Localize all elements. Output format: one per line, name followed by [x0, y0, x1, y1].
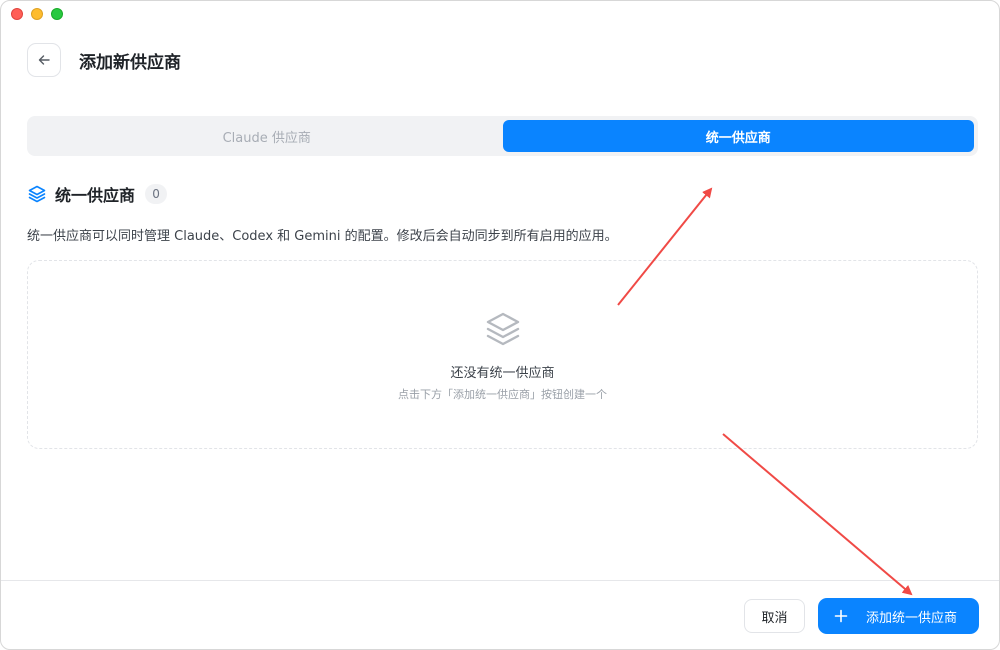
title-bar — [1, 1, 999, 27]
cancel-button[interactable]: 取消 — [744, 599, 805, 633]
arrow-left-icon — [38, 55, 50, 65]
layers-icon — [486, 312, 519, 346]
empty-state: 还没有统一供应商 点击下方「添加统一供应商」按钮创建一个 — [27, 260, 978, 449]
page-title: 添加新供应商 — [79, 52, 181, 73]
window-minimize-button[interactable] — [31, 8, 43, 20]
window-close-button[interactable] — [11, 8, 23, 20]
tab-claude-provider[interactable]: Claude 供应商 — [31, 120, 503, 152]
provider-type-tabs: Claude 供应商 统一供应商 — [27, 116, 978, 156]
section-title: 统一供应商 — [55, 186, 136, 205]
section-header: 统一供应商 0 — [27, 182, 168, 206]
layers-icon — [28, 185, 46, 203]
plus-icon — [834, 609, 848, 623]
add-unified-provider-button[interactable]: 添加统一供应商 — [818, 598, 979, 634]
provider-count-badge: 0 — [145, 184, 168, 204]
back-button[interactable] — [27, 43, 61, 77]
page-header: 添加新供应商 — [27, 43, 181, 77]
empty-state-subtitle: 点击下方「添加统一供应商」按钮创建一个 — [398, 388, 607, 401]
section-description: 统一供应商可以同时管理 Claude、Codex 和 Gemini 的配置。修改… — [27, 229, 618, 244]
tab-unified-provider[interactable]: 统一供应商 — [502, 120, 974, 152]
add-button-label: 添加统一供应商 — [866, 610, 958, 626]
empty-state-title: 还没有统一供应商 — [450, 366, 555, 381]
window-maximize-button[interactable] — [51, 8, 63, 20]
app-window: 添加新供应商 Claude 供应商 统一供应商 统一供应商 0 统一供应商可以同… — [0, 0, 1000, 650]
annotation-arrow-to-add-button — [722, 433, 913, 596]
footer-divider — [1, 580, 999, 581]
